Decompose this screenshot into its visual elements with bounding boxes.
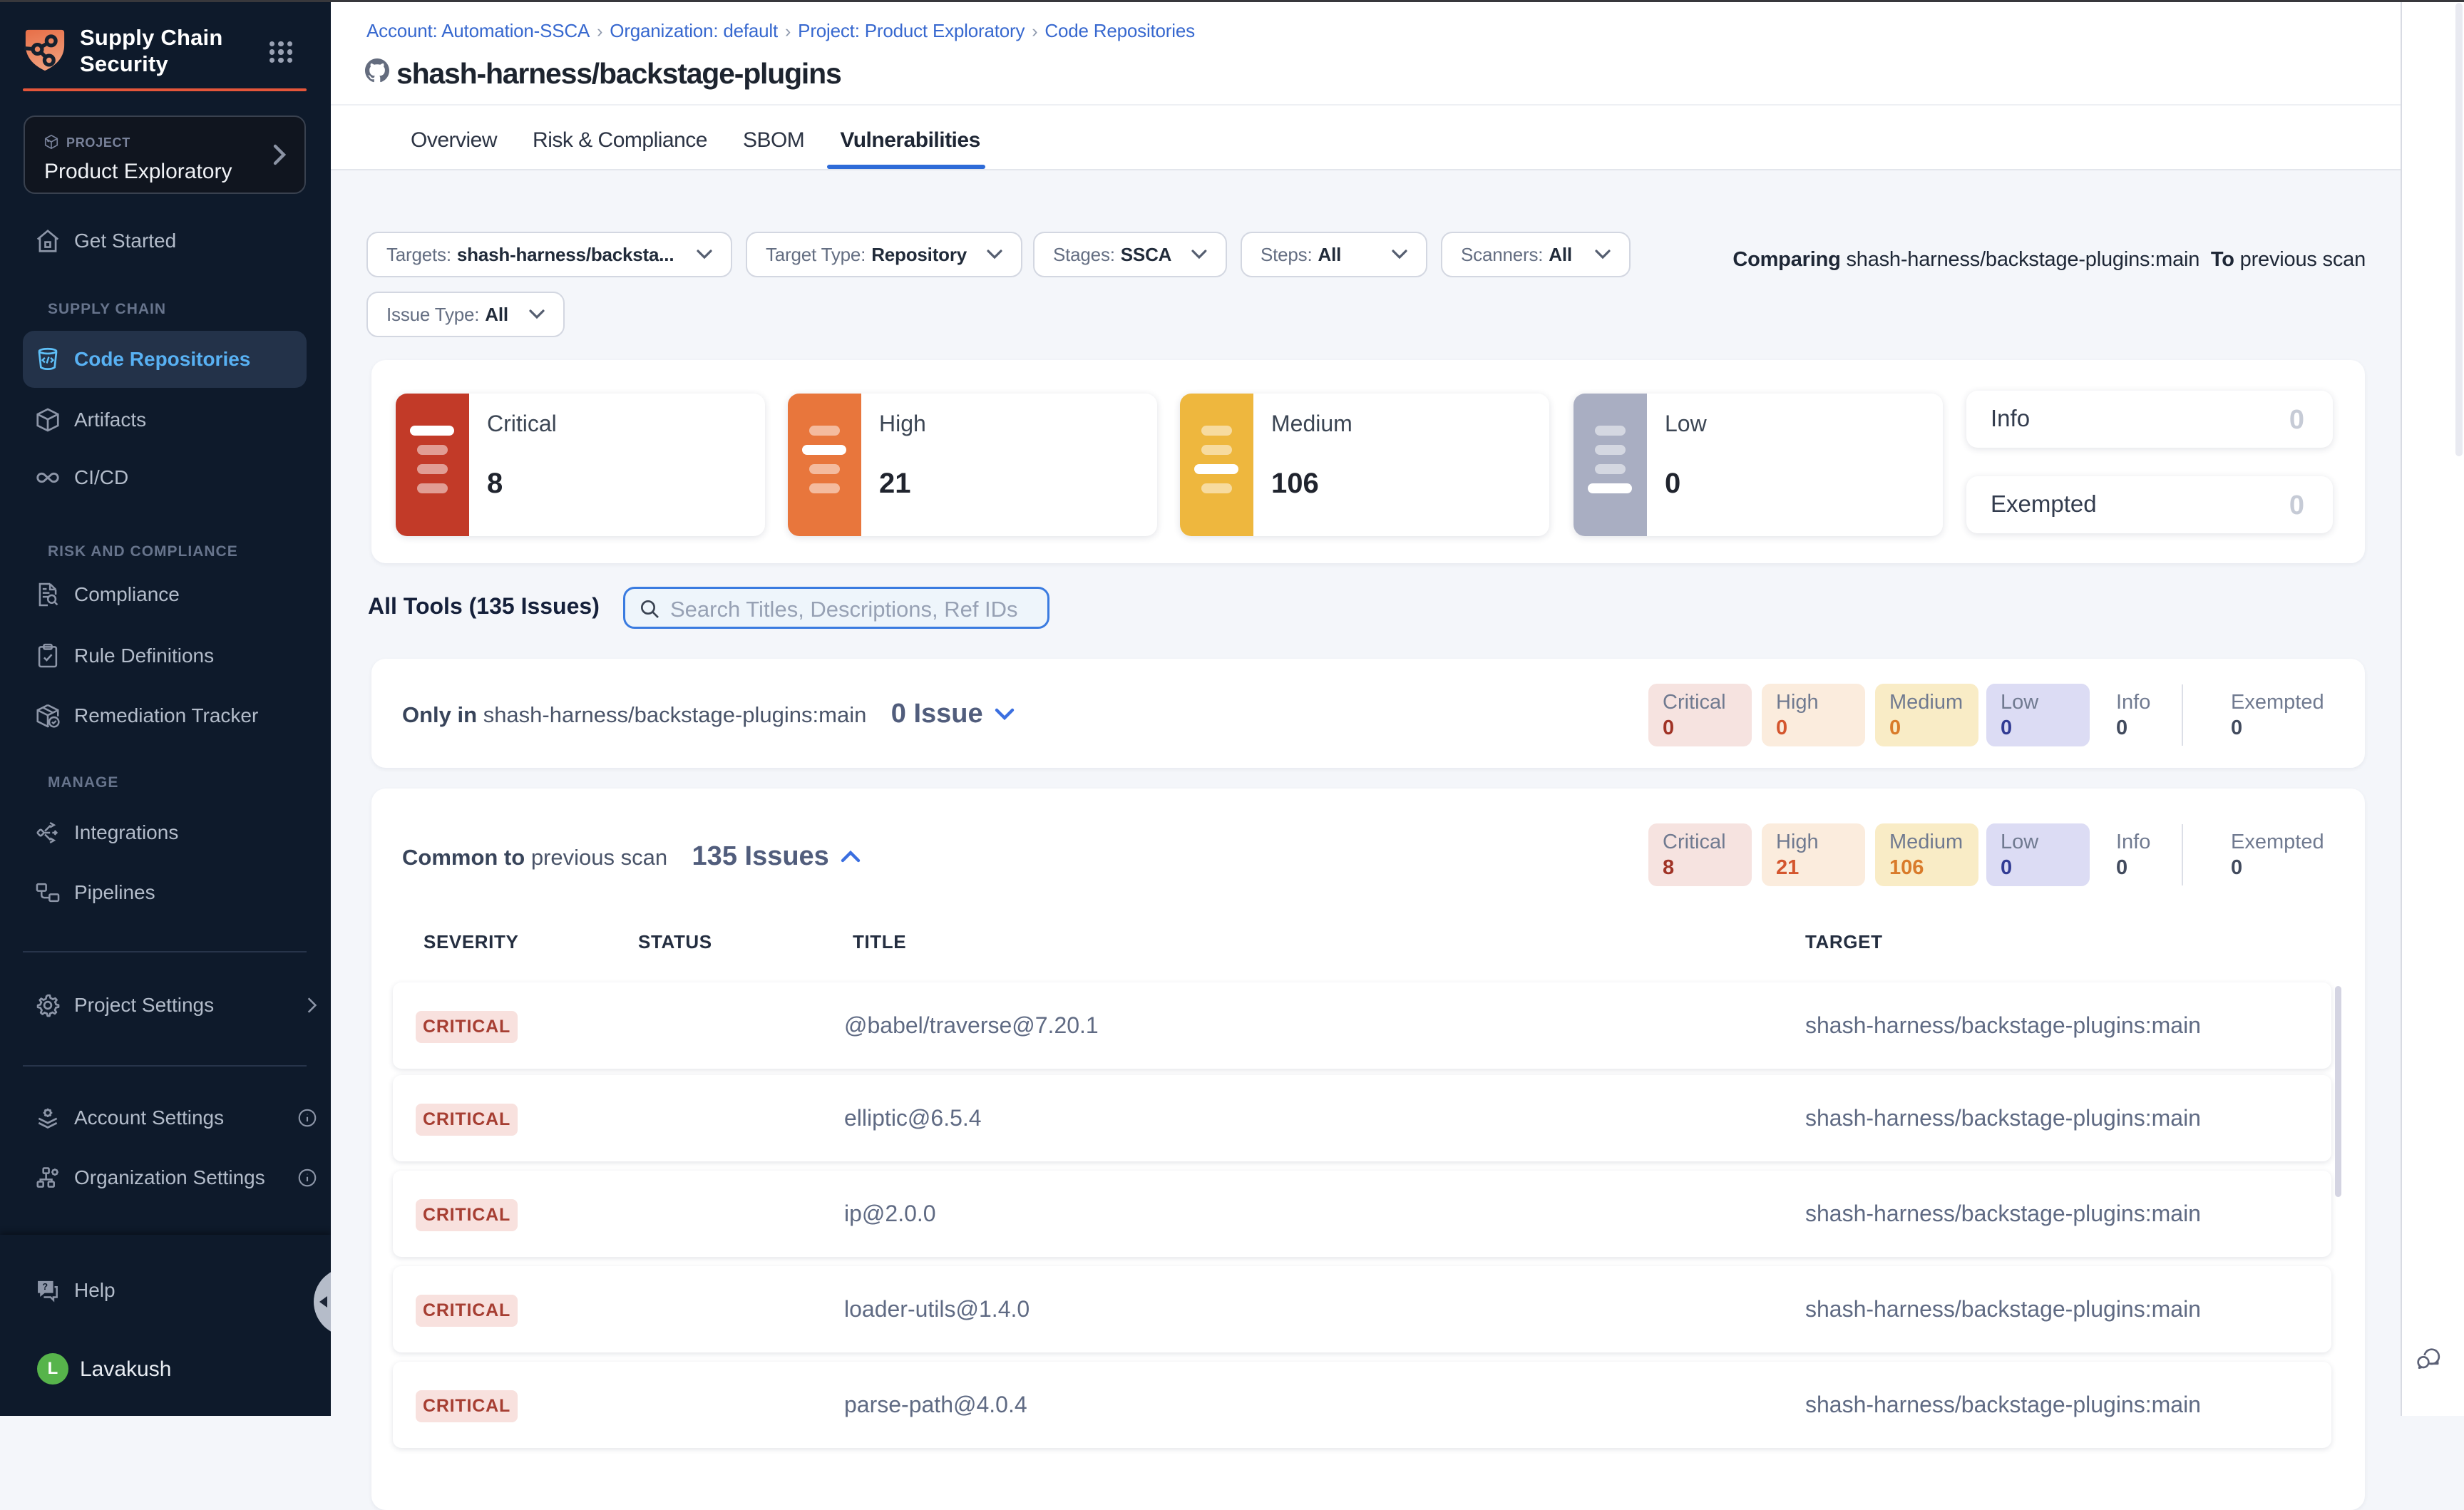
svg-text:?: ? xyxy=(42,1282,48,1292)
